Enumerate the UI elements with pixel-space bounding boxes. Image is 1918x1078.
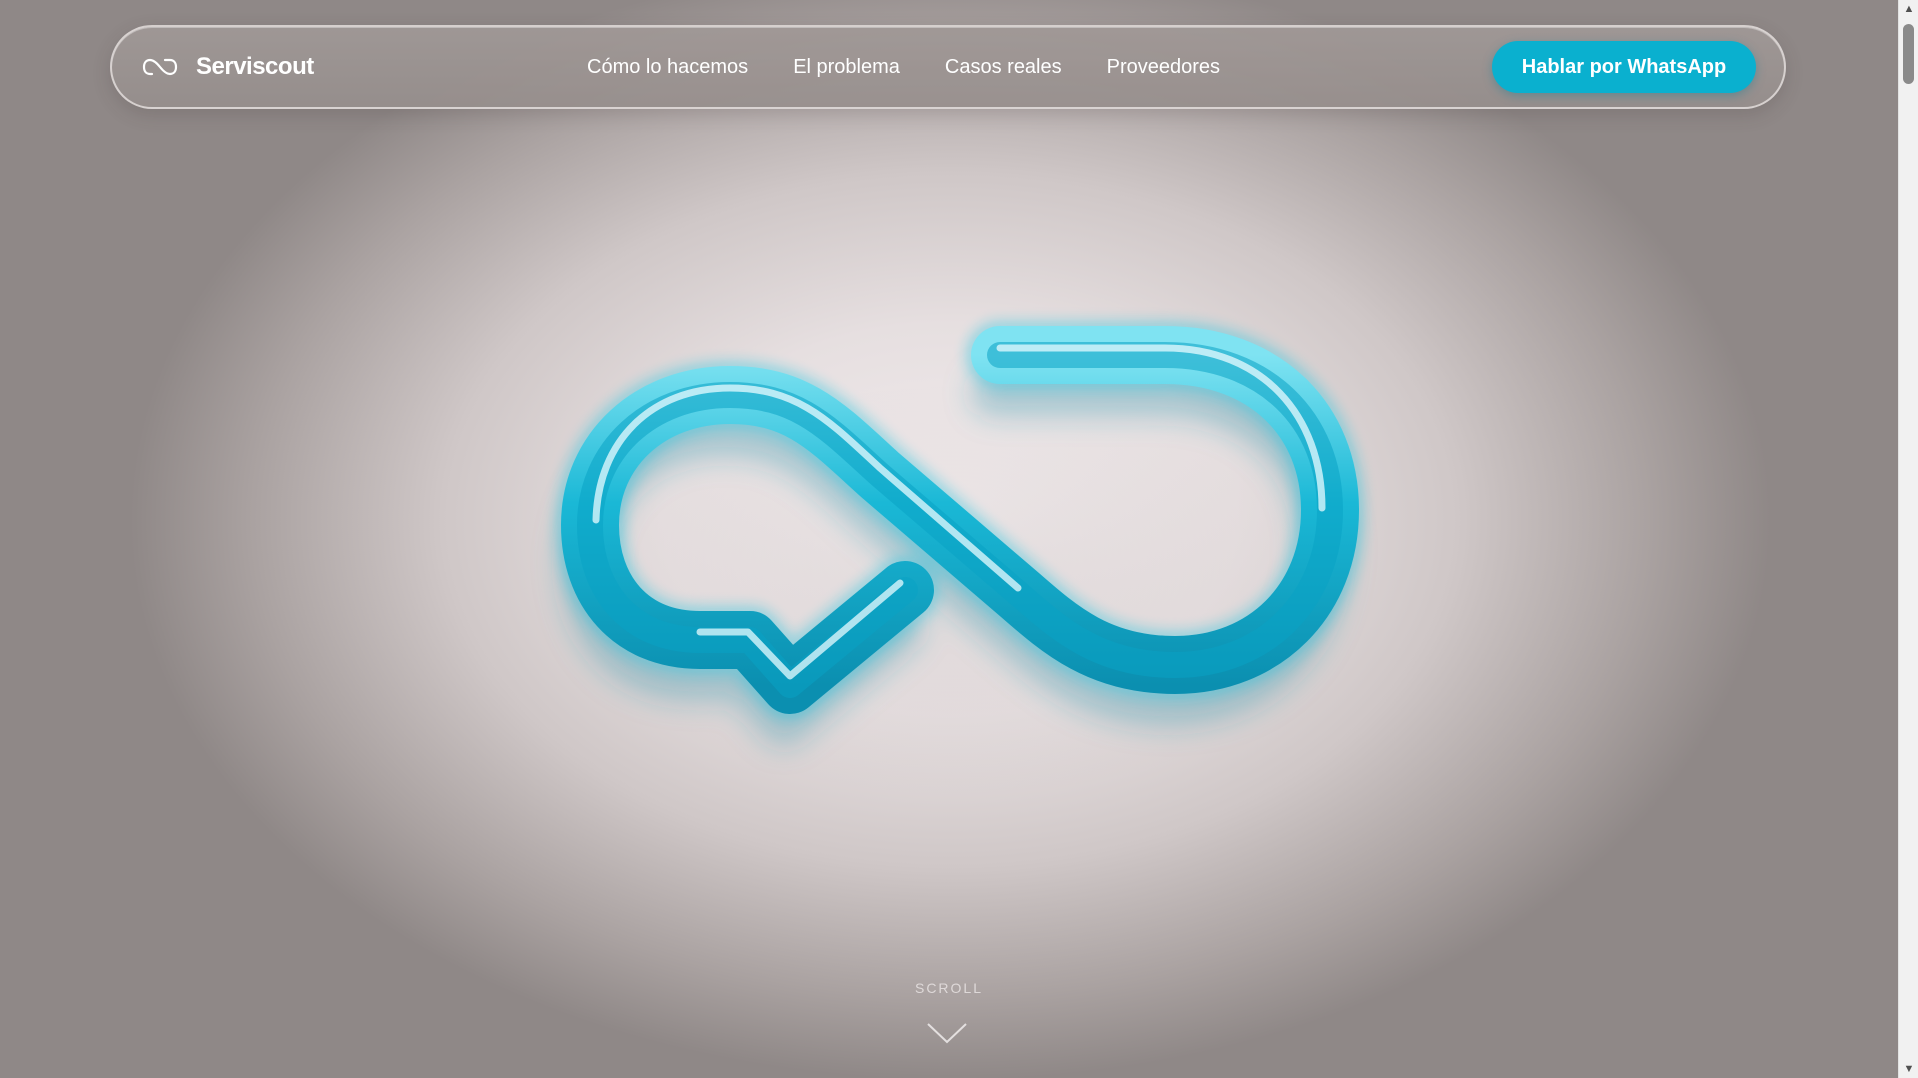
scroll-label: SCROLL xyxy=(914,980,984,996)
nav-links: Cómo lo hacemos El problema Casos reales… xyxy=(587,27,1265,107)
scroll-up-arrow-icon[interactable]: ▲ xyxy=(1899,0,1918,18)
hero-section: SCROLL Serviscout Cómo lo hacemos El pro… xyxy=(0,0,1898,1078)
whatsapp-cta-button[interactable]: Hablar por WhatsApp xyxy=(1492,41,1756,93)
vertical-scrollbar[interactable]: ▲ ▼ xyxy=(1898,0,1918,1078)
nav-link-el-problema[interactable]: El problema xyxy=(793,56,900,79)
scroll-down-arrow-icon[interactable]: ▼ xyxy=(1899,1060,1918,1078)
hero-logo-graphic xyxy=(555,320,1365,746)
brand-logo-link[interactable]: Serviscout xyxy=(142,27,314,107)
nav-link-casos-reales[interactable]: Casos reales xyxy=(945,56,1062,79)
brand-name: Serviscout xyxy=(196,53,314,80)
infinity-icon xyxy=(142,57,178,77)
page: SCROLL Serviscout Cómo lo hacemos El pro… xyxy=(0,0,1918,1078)
top-navbar: Serviscout Cómo lo hacemos El problema C… xyxy=(110,25,1786,109)
nav-link-proveedores[interactable]: Proveedores xyxy=(1107,56,1220,79)
scrollbar-thumb[interactable] xyxy=(1903,24,1914,84)
chevron-down-icon[interactable] xyxy=(926,1022,968,1046)
nav-link-como-lo-hacemos[interactable]: Cómo lo hacemos xyxy=(587,56,748,79)
